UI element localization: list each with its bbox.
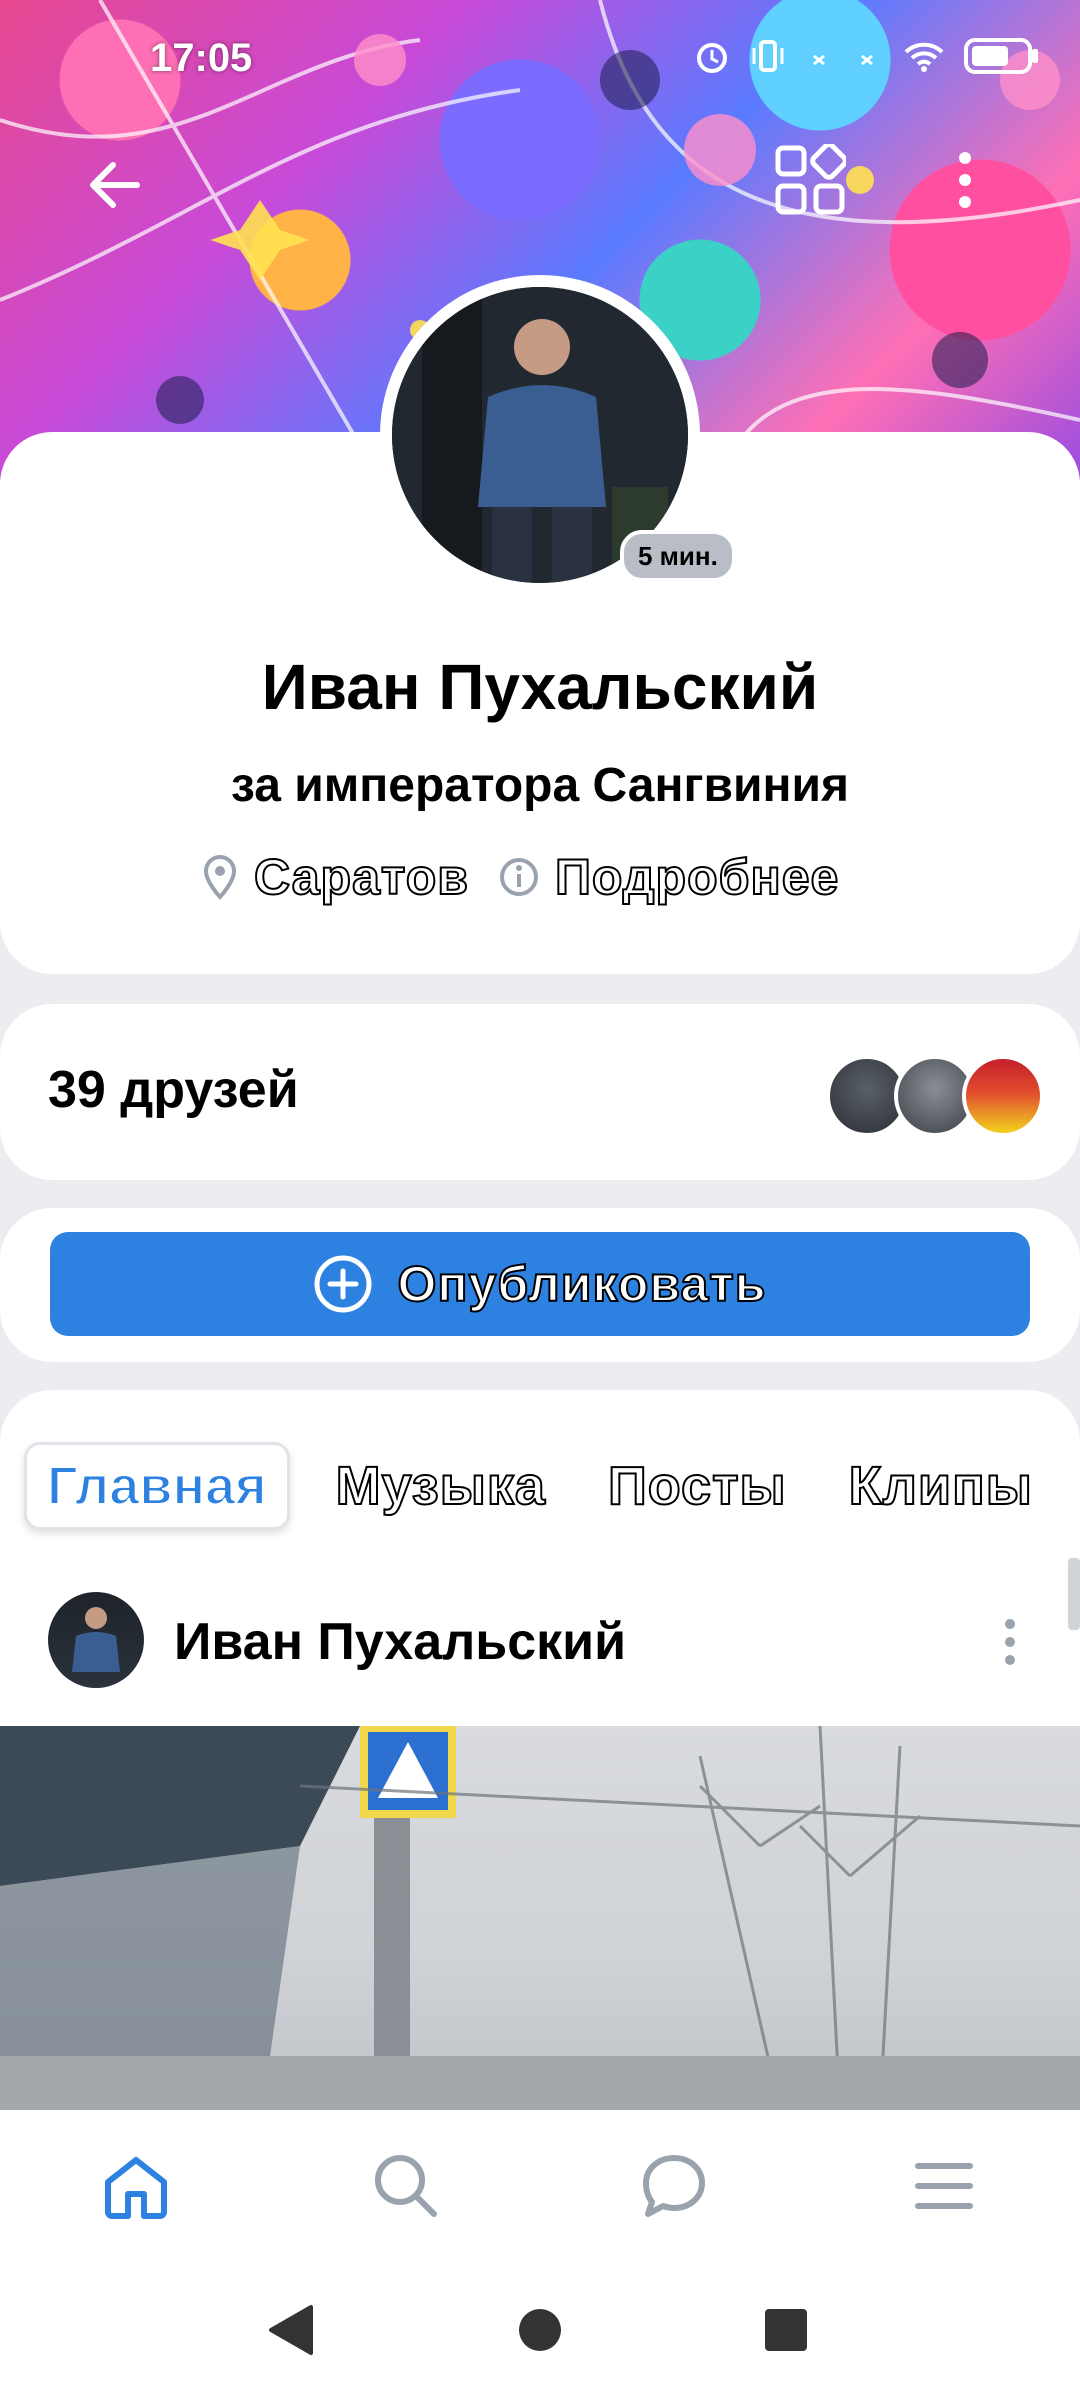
profile-status: за императора Сангвиния (231, 759, 849, 812)
back-icon (269, 2305, 313, 2355)
apps-grid-icon (775, 144, 846, 215)
tab-main[interactable]: Главная (24, 1442, 290, 1530)
post-image[interactable] (0, 1726, 1080, 2110)
kebab-menu-icon (959, 152, 971, 208)
post-options-button[interactable] (990, 1612, 1030, 1672)
nav-messages[interactable] (632, 2144, 716, 2228)
tab-main-label: Главная (46, 1455, 268, 1517)
status-icons (694, 36, 1040, 76)
nav-home[interactable] (94, 2144, 178, 2228)
publish-button[interactable]: Опубликовать (50, 1232, 1030, 1336)
publish-label: Опубликовать (396, 1255, 767, 1313)
status-time: 17:05 (150, 36, 253, 80)
bottom-tab-bar (0, 2110, 1080, 2260)
signal-off-icon (813, 54, 825, 66)
system-nav-bar (0, 2260, 1080, 2400)
kebab-menu-icon (1005, 1619, 1015, 1665)
status-bar: 17:05 (0, 0, 1080, 120)
system-back-button[interactable] (260, 2300, 320, 2360)
services-button[interactable] (770, 140, 850, 220)
friend-avatar (962, 1055, 1044, 1137)
arrow-left-icon (90, 162, 140, 208)
home-circle-icon (519, 2309, 561, 2351)
recents-icon (765, 2309, 807, 2351)
messages-icon (643, 2155, 705, 2217)
search-icon (375, 2155, 437, 2217)
post-author-name[interactable]: Иван Пухальский (174, 1612, 626, 1672)
tab-clips-label: Клипы (848, 1455, 1033, 1517)
signal-off-icon-2 (861, 54, 873, 66)
profile-more-link[interactable]: Подробнее (554, 848, 839, 906)
vibrate-icon (752, 40, 784, 72)
online-status-badge: 5 мин. (620, 530, 736, 582)
system-recents-button[interactable] (756, 2300, 816, 2360)
system-home-button[interactable] (510, 2300, 570, 2360)
street-photo (0, 1726, 1080, 2110)
home-icon (105, 2157, 167, 2219)
friends-count: 39 друзей (48, 1061, 299, 1119)
battery-icon (964, 38, 1038, 74)
profile-tabs: Главная Музыка Посты Клипы (24, 1440, 1080, 1532)
menu-icon (915, 2163, 973, 2209)
post-author-avatar[interactable] (48, 1592, 144, 1688)
alarm-icon (697, 43, 727, 73)
tab-music-label: Музыка (335, 1455, 546, 1517)
nav-menu[interactable] (902, 2144, 986, 2228)
profile-city[interactable]: Саратов (253, 848, 469, 906)
tab-clips[interactable]: Клипы (848, 1455, 1033, 1517)
tab-posts[interactable]: Посты (607, 1455, 787, 1517)
scrollbar[interactable] (1068, 1558, 1080, 1630)
nav-search[interactable] (364, 2144, 448, 2228)
more-options-button[interactable] (930, 140, 1000, 220)
person-silhouette (72, 1607, 120, 1672)
back-button[interactable] (70, 140, 160, 230)
info-icon (499, 858, 538, 896)
profile-meta: Саратов Подробнее (200, 848, 839, 906)
location-pin-icon (203, 854, 237, 900)
tab-posts-label: Посты (607, 1455, 787, 1517)
tab-music[interactable]: Музыка (335, 1455, 546, 1517)
wifi-icon (904, 42, 944, 72)
profile-name: Иван Пухальский (261, 651, 819, 723)
plus-circle-icon (314, 1255, 372, 1313)
